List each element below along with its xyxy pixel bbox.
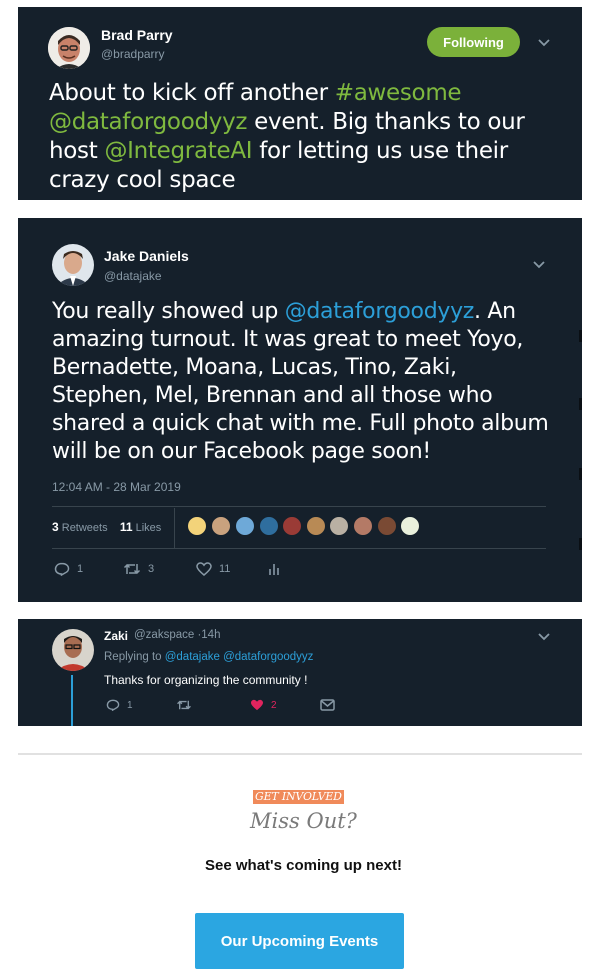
author-name[interactable]: Jake Daniels <box>104 248 189 264</box>
liker-avatar[interactable] <box>259 516 279 536</box>
chevron-down-icon[interactable] <box>532 260 546 270</box>
reply-card-zaki: Zaki @zakspace ·14h Replying to @datajak… <box>18 619 582 726</box>
divider <box>174 508 175 548</box>
analytics-action[interactable] <box>268 562 280 576</box>
liker-avatar[interactable] <box>329 516 349 536</box>
liker-avatar[interactable] <box>353 516 373 536</box>
liker-avatar[interactable] <box>211 516 231 536</box>
mention-link[interactable]: @dataforgoodyyz <box>49 109 247 135</box>
chevron-down-icon[interactable] <box>537 632 551 642</box>
liker-avatar[interactable] <box>377 516 397 536</box>
reply-action[interactable]: 1 <box>106 699 133 711</box>
scroll-indicator <box>579 330 582 342</box>
hashtag-link[interactable]: #awesome <box>335 80 462 106</box>
tweet-card-brad: Brad Parry @bradparry Following About to… <box>18 7 582 200</box>
tweet-timestamp[interactable]: 12:04 AM - 28 Mar 2019 <box>52 480 181 494</box>
tweet-card-jake: Jake Daniels @datajake You really showed… <box>18 218 582 602</box>
liker-avatar[interactable] <box>282 516 302 536</box>
heart-filled-icon <box>251 699 263 711</box>
reply-icon <box>54 562 70 576</box>
avatar-zaki[interactable] <box>52 629 94 671</box>
retweet-action[interactable]: 3 <box>123 562 154 576</box>
likes-count[interactable]: 11 <box>120 520 133 534</box>
analytics-icon <box>269 564 279 575</box>
retweet-icon <box>177 700 191 710</box>
divider <box>52 548 546 549</box>
liker-avatar[interactable] <box>306 516 326 536</box>
mention-link[interactable]: @IntegrateAI <box>104 138 252 164</box>
tweet-text: You really showed up @dataforgoodyyz. An… <box>52 299 549 464</box>
reply-text: Thanks for organizing the community ! <box>104 673 308 687</box>
reply-count: 1 <box>127 699 133 711</box>
envelope-icon <box>320 699 335 711</box>
scroll-indicator <box>579 538 582 550</box>
thread-line <box>71 675 73 726</box>
upcoming-events-button[interactable]: Our Upcoming Events <box>195 913 404 969</box>
section-divider <box>18 753 582 755</box>
heart-icon <box>196 562 212 576</box>
section-heading: Miss Out? <box>250 809 357 833</box>
retweets-count[interactable]: 3 <box>52 520 59 534</box>
divider <box>52 506 546 507</box>
like-count: 11 <box>219 563 231 575</box>
section-tag: GET INVOLVED <box>253 790 344 804</box>
reply-icon <box>106 699 120 711</box>
dm-action[interactable] <box>320 699 335 711</box>
retweet-count: 3 <box>148 563 155 575</box>
section-subheading: See what's coming up next! <box>205 857 402 874</box>
replying-to: Replying to @datajake @dataforgoodyyz <box>104 651 314 663</box>
like-action[interactable]: 2 <box>250 699 277 711</box>
likes-label[interactable]: Likes <box>136 522 162 534</box>
author-name[interactable]: Brad Parry <box>101 27 173 43</box>
liker-avatar[interactable] <box>187 516 207 536</box>
reply-action[interactable]: 1 <box>54 562 83 576</box>
like-action[interactable]: 11 <box>196 562 230 576</box>
reply-count: 1 <box>77 563 84 575</box>
avatar-jake[interactable] <box>52 244 94 286</box>
following-button[interactable]: Following <box>427 27 520 57</box>
like-count: 2 <box>271 699 277 711</box>
author-handle[interactable]: @datajake <box>104 269 162 283</box>
tweet-text: About to kick off another #awesome @data… <box>49 80 525 193</box>
avatar-brad[interactable] <box>48 27 90 69</box>
retweet-icon <box>123 563 141 575</box>
author-name[interactable]: Zaki <box>104 629 128 643</box>
retweets-label[interactable]: Retweets <box>62 522 108 534</box>
author-handle-time[interactable]: @zakspace ·14h <box>134 629 220 641</box>
mention-link[interactable]: @datajake <box>165 651 220 663</box>
mention-link[interactable]: @dataforgoodyyz <box>285 299 475 324</box>
mention-link[interactable]: @dataforgoodyyz <box>223 651 313 663</box>
chevron-down-icon[interactable] <box>537 38 551 48</box>
retweet-action[interactable] <box>176 699 192 711</box>
engagement-stats: 3 Retweets 11 Likes <box>52 520 161 534</box>
liker-avatar[interactable] <box>235 516 255 536</box>
scroll-indicator <box>579 398 582 410</box>
author-handle[interactable]: @bradparry <box>101 47 165 61</box>
liker-avatar[interactable] <box>400 516 420 536</box>
scroll-indicator <box>579 468 582 480</box>
